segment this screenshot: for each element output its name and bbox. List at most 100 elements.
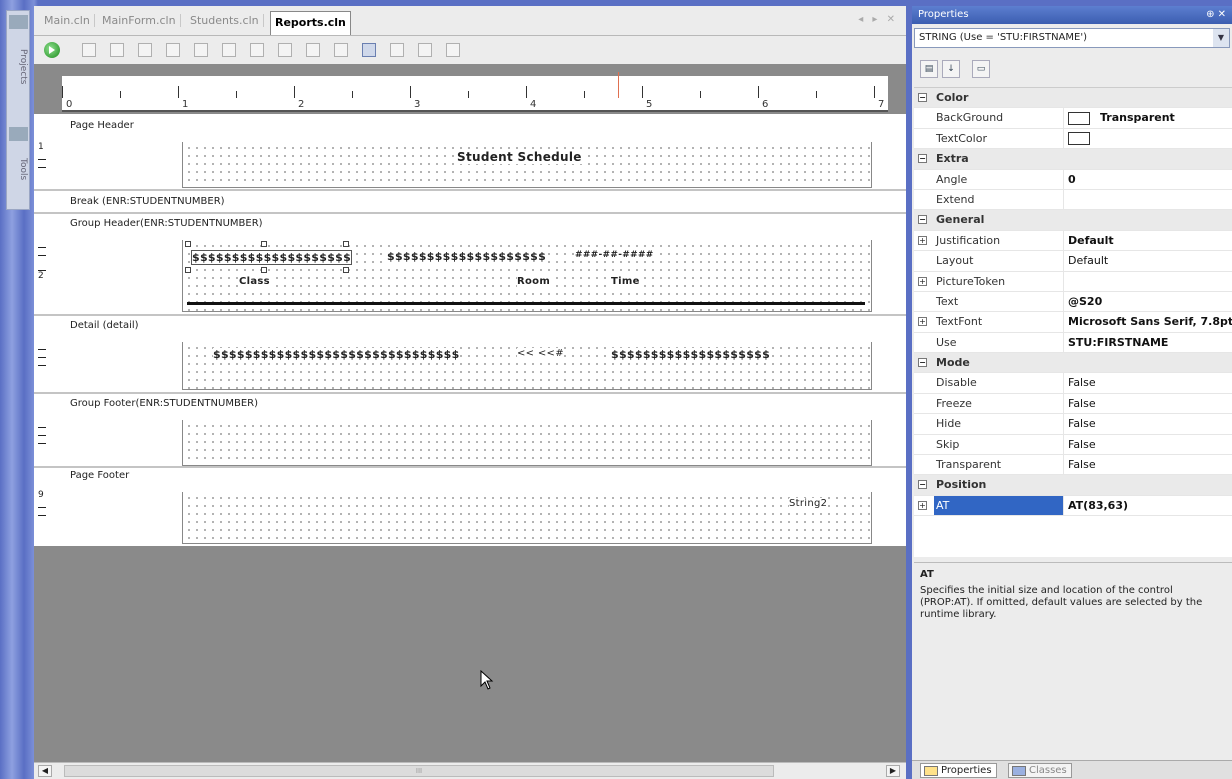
categorized-icon[interactable]: ▤ [920,60,938,78]
property-value[interactable]: Default [1064,251,1232,270]
property-row[interactable]: + Justification Default [914,230,1232,252]
property-value[interactable]: STU:FIRSTNAME [1064,333,1232,352]
property-value[interactable]: 0 [1064,170,1232,189]
property-value[interactable]: False [1064,373,1232,392]
same-height-icon[interactable] [334,43,348,57]
alphabetical-icon[interactable]: ↓ [942,60,960,78]
band-detail[interactable]: $$$$$$$$$$$$$$$$$$$$$$$$$$$$$$$ << <<# $… [182,342,872,390]
band-group-header[interactable]: $$$$$$$$$$$$$$$$$$$$ $$$$$$$$$$$$$$$$$$$… [182,240,872,312]
horizontal-scrollbar[interactable]: ◀ III ▶ [34,762,906,779]
center-vertical-icon[interactable] [194,43,208,57]
collapse-icon[interactable]: − [918,358,927,368]
property-value[interactable]: Microsoft Sans Serif, 7.8pt [1064,312,1232,331]
pin-close-icon[interactable]: ⊕ ✕ [1206,6,1226,24]
scroll-thumb[interactable]: III [64,765,774,777]
collapse-icon[interactable]: − [918,215,927,225]
property-value[interactable] [1064,272,1232,291]
tab-mainform-cln[interactable]: MainForm.cln [98,14,181,27]
band-label-break[interactable]: Break (ENR:STUDENTNUMBER) [70,196,225,207]
band-label-page-footer[interactable]: Page Footer [70,470,129,481]
field-student-number[interactable]: ###-##-#### [575,250,654,260]
property-value[interactable]: AT(83,63) [1064,496,1232,515]
snap-grid-icon[interactable] [390,43,404,57]
scroll-right-icon[interactable]: ▶ [886,765,900,777]
property-value[interactable]: False [1064,435,1232,454]
color-swatch[interactable] [1068,111,1090,125]
property-row[interactable]: TextColor [914,128,1232,150]
expand-icon[interactable]: + [918,317,927,327]
dock-tab-tools[interactable]: Tools [9,147,28,191]
tab-nav-controls[interactable]: ◂ ▸ ✕ [858,14,898,25]
property-row[interactable]: Freeze False [914,393,1232,415]
align-bottom-icon[interactable] [166,43,180,57]
collapse-icon[interactable]: − [918,154,927,164]
align-left-icon[interactable] [82,43,96,57]
spread-vertical-icon[interactable] [278,43,292,57]
property-row[interactable]: Skip False [914,434,1232,456]
column-header-room[interactable]: Room [517,276,551,287]
scroll-left-icon[interactable]: ◀ [38,765,52,777]
resize-handle[interactable] [343,241,349,247]
property-category[interactable]: − Color [914,88,1232,109]
property-category[interactable]: − Position [914,475,1232,496]
tab-students-cln[interactable]: Students.cln [186,14,264,27]
same-width-icon[interactable] [306,43,320,57]
property-row[interactable]: Transparent False [914,455,1232,476]
collapse-icon[interactable]: − [918,480,927,490]
band-label-group-header[interactable]: Group Header(ENR:STUDENTNUMBER) [70,218,263,229]
property-row[interactable]: + TextFont Microsoft Sans Serif, 7.8pt [914,312,1232,333]
grid-toggle-icon[interactable] [362,43,376,57]
property-value[interactable] [1064,190,1232,209]
property-row[interactable]: Disable False [914,373,1232,394]
property-row[interactable]: Text @S20 [914,291,1232,313]
properties-icon[interactable] [418,43,432,57]
field-time[interactable]: $$$$$$$$$$$$$$$$$$$$ [611,348,771,361]
collapse-icon[interactable]: − [918,93,927,102]
property-row[interactable]: Angle 0 [914,169,1232,190]
property-category[interactable]: − General [914,210,1232,231]
report-title[interactable]: Student Schedule [457,150,582,164]
run-icon[interactable] [44,42,60,58]
tab-properties[interactable]: Properties [920,763,997,778]
property-value[interactable]: False [1064,414,1232,433]
band-page-header[interactable]: Student Schedule [182,142,872,188]
align-top-icon[interactable] [138,43,152,57]
property-value[interactable]: @S20 [1064,292,1232,311]
property-value[interactable]: Transparent [1064,108,1232,127]
center-horizontal-icon[interactable] [222,43,236,57]
property-row[interactable]: Hide False [914,414,1232,435]
resize-handle[interactable] [343,267,349,273]
chevron-down-icon[interactable]: ▼ [1213,29,1229,47]
color-swatch[interactable] [1068,132,1090,146]
band-label-group-footer[interactable]: Group Footer(ENR:STUDENTNUMBER) [70,398,258,409]
column-header-class[interactable]: Class [239,276,270,287]
align-right-icon[interactable] [110,43,124,57]
expand-icon[interactable]: + [918,235,927,245]
property-category[interactable]: − Mode [914,353,1232,374]
resize-handle[interactable] [185,267,191,273]
property-row[interactable]: Use STU:FIRSTNAME [914,332,1232,354]
resize-handle[interactable] [185,241,191,247]
tools-icon[interactable] [9,127,28,141]
property-row[interactable]: + PictureToken [914,271,1232,292]
band-page-footer[interactable]: String2 [182,492,872,544]
band-label-page-header[interactable]: Page Header [70,120,134,131]
property-value[interactable] [1064,129,1232,148]
property-row[interactable]: Layout Default [914,251,1232,272]
property-row[interactable]: + AT AT(83,63) [914,495,1232,517]
field-student-firstname[interactable]: $$$$$$$$$$$$$$$$$$$$ [191,250,353,265]
field-class-name[interactable]: $$$$$$$$$$$$$$$$$$$$$$$$$$$$$$$ [213,348,460,361]
projects-icon[interactable] [9,15,28,29]
dock-tab-projects[interactable]: Projects [9,37,28,97]
field-student-lastname[interactable]: $$$$$$$$$$$$$$$$$$$$ [387,250,547,263]
band-group-footer[interactable] [182,420,872,466]
column-header-time[interactable]: Time [611,276,640,287]
expand-icon[interactable]: + [918,276,927,286]
tab-reports-cln[interactable]: Reports.cln [270,11,351,35]
resize-handle[interactable] [261,267,267,273]
band-label-detail[interactable]: Detail (detail) [70,320,139,331]
property-pages-icon[interactable]: ▭ [972,60,990,78]
resize-handle[interactable] [261,241,267,247]
tab-classes[interactable]: Classes [1008,763,1072,778]
spread-horizontal-icon[interactable] [250,43,264,57]
